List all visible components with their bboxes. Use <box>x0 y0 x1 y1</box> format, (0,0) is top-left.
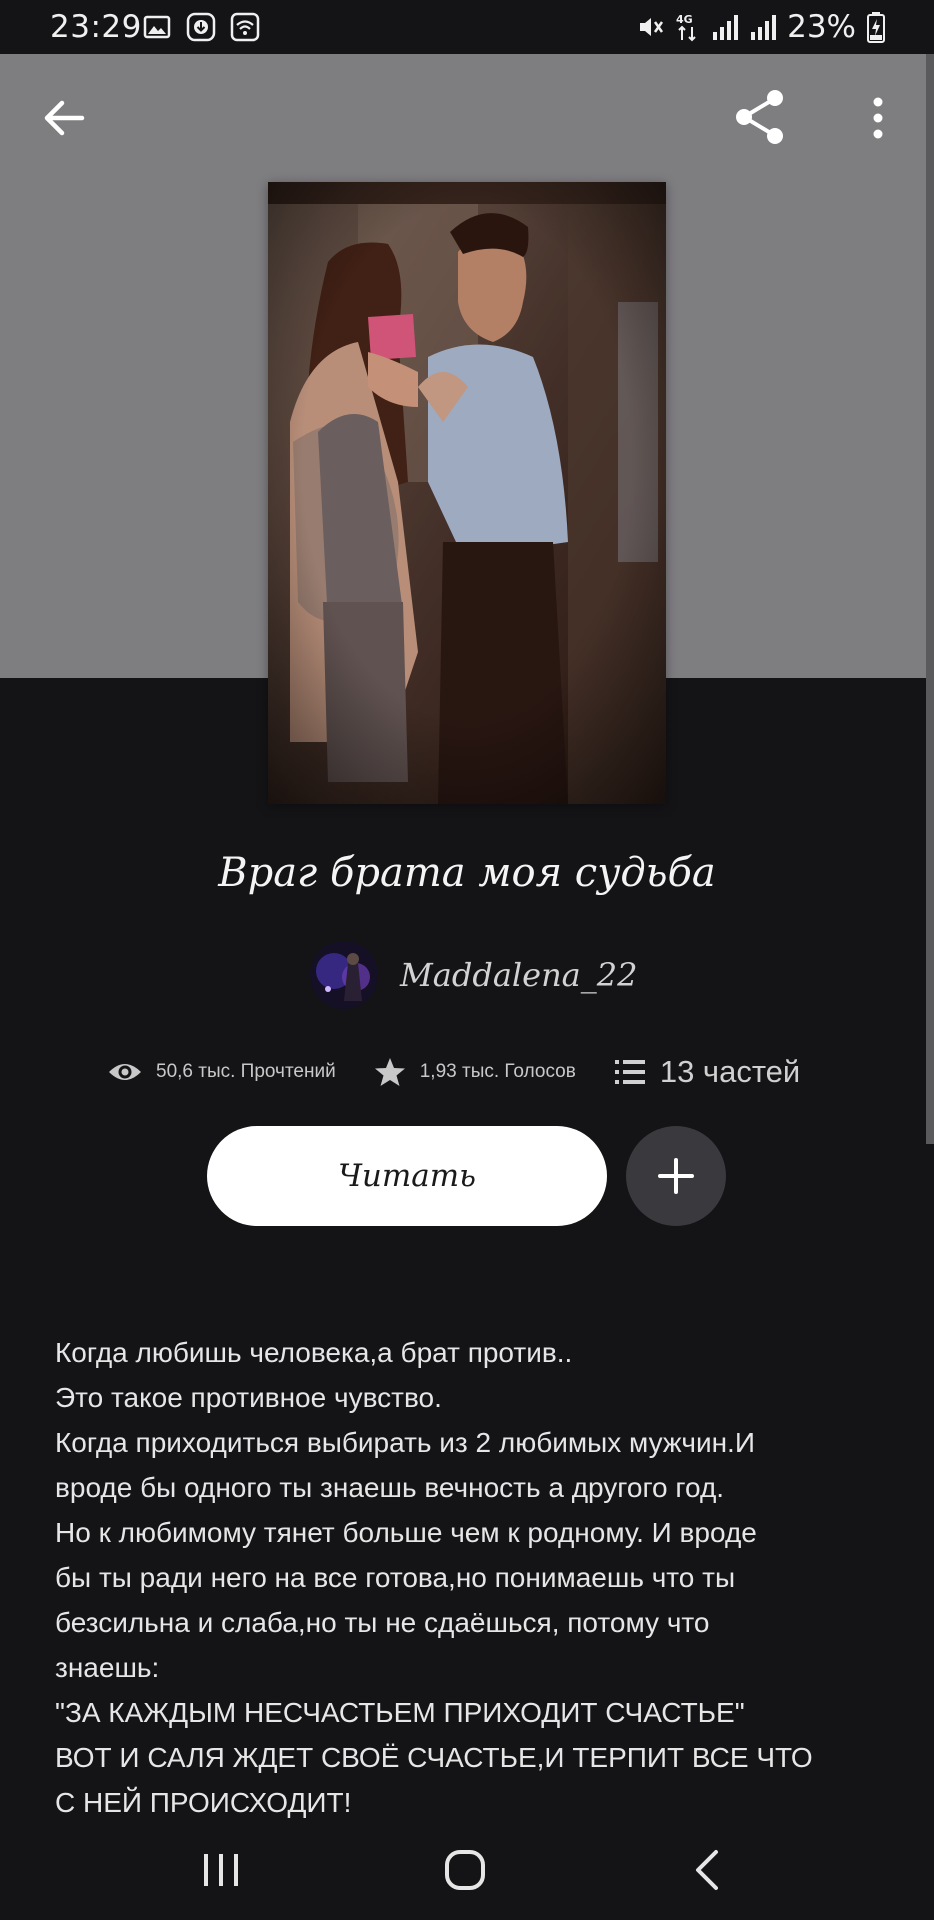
author-link[interactable]: Maddalena_22 <box>310 940 637 1010</box>
status-left-icons <box>142 12 260 42</box>
cover-photo <box>268 182 666 804</box>
story-title: Враг брата моя судьба <box>218 850 716 896</box>
description-line: Когда приходиться выбирать из 2 любимых … <box>55 1427 755 1458</box>
parts-stat[interactable]: 13 частей <box>614 1054 800 1090</box>
scrollbar[interactable] <box>926 54 934 1144</box>
list-icon <box>614 1060 645 1084</box>
star-icon <box>374 1058 405 1086</box>
status-right: 4G 23% <box>635 9 886 45</box>
share-icon <box>736 90 783 144</box>
status-bar: 23:29 4G 23% <box>0 0 934 54</box>
signal-icon <box>713 15 739 40</box>
reads-stat: 50,6 тыс. Прочтений <box>108 1060 336 1084</box>
battery-percent: 23% <box>787 9 856 45</box>
description-line: бы ты ради него на все готова,но понимае… <box>55 1562 736 1593</box>
nav-back-button[interactable] <box>662 1840 752 1900</box>
recent-apps-icon <box>204 1854 238 1886</box>
signal-icon <box>751 15 777 40</box>
home-button[interactable] <box>420 1840 510 1900</box>
home-icon <box>445 1850 485 1890</box>
story-description: Когда любишь человека,а брат против.. Эт… <box>55 1330 885 1825</box>
wifi-calling-icon <box>230 12 260 42</box>
share-button[interactable] <box>720 84 800 150</box>
more-vertical-icon <box>873 97 883 139</box>
gallery-icon <box>143 15 171 39</box>
back-button[interactable] <box>30 92 98 144</box>
description-line: Но к любимому тянет больше чем к родному… <box>55 1517 757 1548</box>
read-button-label: Читать <box>337 1158 477 1194</box>
parts-count[interactable]: 13 частей <box>660 1054 800 1090</box>
story-cover-image[interactable] <box>268 182 666 804</box>
description-line: знаешь: <box>55 1652 160 1683</box>
description-line: Это такое противное чувство. <box>55 1382 442 1413</box>
download-icon <box>186 12 216 42</box>
votes-stat: 1,93 тыс. Голосов <box>374 1057 576 1087</box>
battery-charging-icon <box>867 12 885 43</box>
description-line: Когда любишь человека,а брат против.. <box>55 1337 573 1368</box>
description-line: ВОТ И САЛЯ ЖДЕТ СВОЁ СЧАСТЬЕ,И ТЕРПИТ ВС… <box>55 1742 813 1773</box>
description-line: "ЗА КАЖДЫМ НЕСЧАСТЬЕМ ПРИХОДИТ СЧАСТЬЕ" <box>55 1697 745 1728</box>
system-nav-bar <box>0 1820 934 1920</box>
mute-icon <box>640 18 664 36</box>
votes-count: 1,93 тыс. Голосов <box>419 1061 576 1082</box>
4g-icon: 4G <box>676 13 696 42</box>
eye-icon <box>109 1064 141 1080</box>
more-button[interactable] <box>856 88 900 148</box>
story-stats: 50,6 тыс. Прочтений 1,93 тыс. Голосов 13… <box>108 1050 800 1094</box>
status-time: 23:29 <box>50 9 142 45</box>
read-button[interactable]: Читать <box>207 1126 607 1226</box>
author-avatar[interactable] <box>310 941 378 1009</box>
nav-back-icon <box>696 1850 718 1890</box>
network-type-label: 4G <box>676 13 693 26</box>
description-line: С НЕЙ ПРОИСХОДИТ! <box>55 1787 352 1818</box>
recents-button[interactable] <box>176 1840 266 1900</box>
add-to-library-button[interactable] <box>626 1126 726 1226</box>
arrow-left-icon <box>44 100 85 136</box>
reads-count: 50,6 тыс. Прочтений <box>156 1061 336 1082</box>
plus-icon <box>658 1158 694 1194</box>
description-line: безсильна и слаба,но ты не сдаёшься, пот… <box>55 1607 710 1638</box>
description-line: вроде бы одного ты знаешь вечность а дру… <box>55 1472 725 1503</box>
author-name[interactable]: Maddalena_22 <box>400 956 637 994</box>
